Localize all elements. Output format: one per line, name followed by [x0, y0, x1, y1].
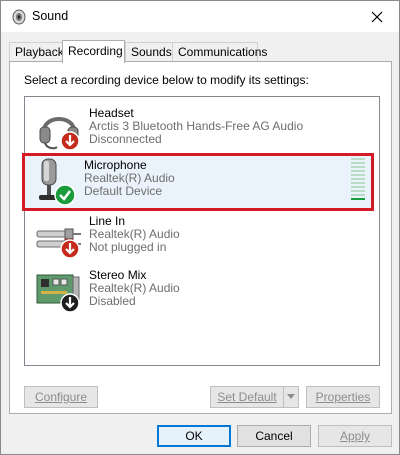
set-default-label: Set Default [217, 390, 277, 404]
set-default-dropdown[interactable] [283, 386, 299, 408]
apply-button[interactable]: Apply [318, 425, 392, 447]
device-text: Stereo Mix Realtek(R) Audio Disabled [89, 269, 180, 308]
title-bar[interactable]: Sound [1, 1, 399, 32]
device-text: Microphone Realtek(R) Audio Default Devi… [84, 159, 175, 198]
list-item-selected[interactable]: Microphone Realtek(R) Audio Default Devi… [22, 153, 374, 211]
chevron-down-icon [287, 394, 295, 399]
set-default-button[interactable]: Set Default [210, 386, 284, 408]
sound-dialog: Sound Playback Recording Sounds Communic… [0, 0, 400, 455]
configure-button[interactable]: Configure [24, 386, 98, 408]
tab-playback[interactable]: Playback [9, 42, 64, 62]
cancel-button[interactable]: Cancel [237, 425, 311, 447]
window-title: Sound [32, 9, 69, 23]
device-status: Default Device [84, 184, 163, 198]
unavailable-badge-icon [60, 131, 80, 154]
close-icon [371, 11, 383, 22]
level-meter [351, 158, 365, 202]
tab-communications[interactable]: Communications [172, 42, 267, 62]
tab-sounds[interactable]: Sounds [125, 42, 173, 62]
properties-label: Properties [315, 390, 371, 404]
device-text: Line In Realtek(R) Audio Not plugged in [89, 215, 180, 254]
device-list[interactable]: Headset Arctis 3 Bluetooth Hands-Free AG… [22, 96, 380, 366]
unavailable-badge-icon [60, 239, 80, 262]
list-item[interactable]: Line In Realtek(R) Audio Not plugged in [27, 209, 377, 265]
disabled-badge-icon [60, 293, 80, 316]
properties-button[interactable]: Properties [306, 386, 380, 408]
tab-recording[interactable]: Recording [62, 40, 125, 63]
configure-label: Configure [34, 390, 88, 404]
list-item[interactable]: Headset Arctis 3 Bluetooth Hands-Free AG… [27, 101, 377, 157]
device-status: Disconnected [89, 132, 162, 146]
speaker-icon [11, 9, 27, 25]
default-device-check-icon [54, 184, 76, 209]
device-status: Not plugged in [89, 240, 167, 254]
apply-label: Apply [339, 429, 371, 443]
device-text: Headset Arctis 3 Bluetooth Hands-Free AG… [89, 107, 303, 146]
list-item[interactable]: Stereo Mix Realtek(R) Audio Disabled [27, 263, 377, 319]
recording-panel: Select a recording device below to modif… [9, 61, 392, 414]
close-button[interactable] [355, 1, 399, 32]
device-status: Disabled [89, 294, 136, 308]
instruction-text: Select a recording device below to modif… [24, 73, 309, 87]
ok-button[interactable]: OK [157, 425, 231, 447]
